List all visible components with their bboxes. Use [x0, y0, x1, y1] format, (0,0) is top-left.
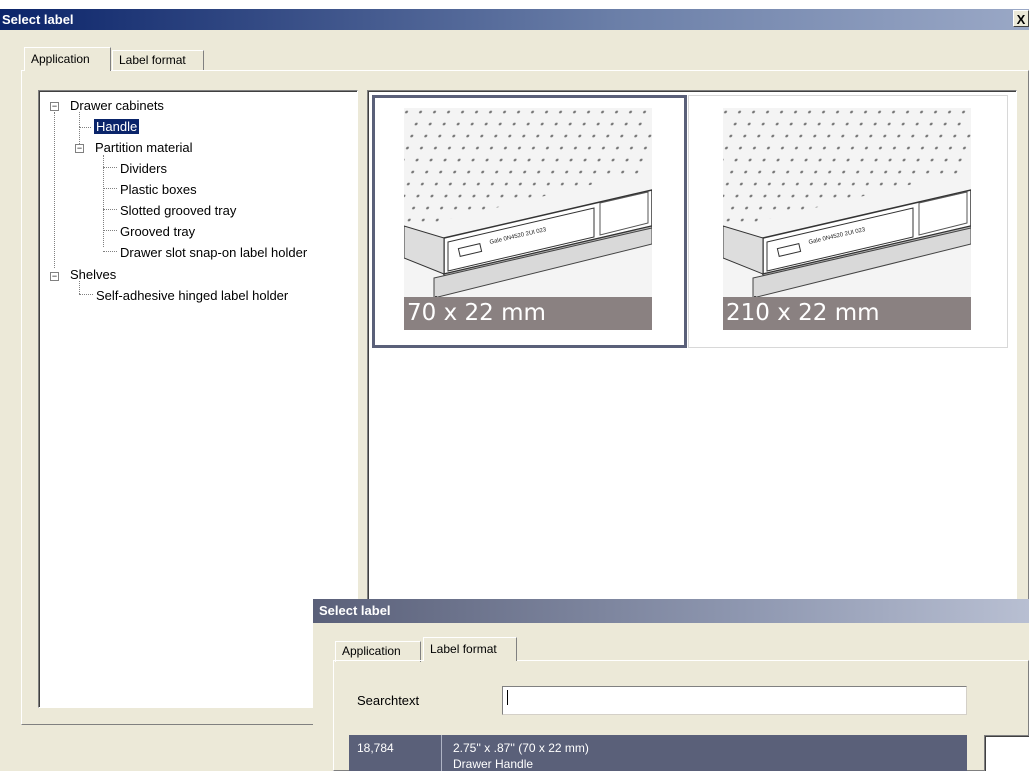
- tab-application[interactable]: Application: [24, 47, 111, 71]
- tree-item-handle-label: Handle: [94, 119, 140, 134]
- category-tree[interactable]: − Drawer cabinets Handle − Partition mat…: [38, 90, 358, 708]
- tree-connector: [54, 112, 55, 268]
- window-titlebar[interactable]: Select label X: [0, 9, 1029, 30]
- dialog2-tab-application-label: Application: [342, 644, 401, 658]
- result-size: 2.75'' x .87'' (70 x 22 mm): [453, 741, 589, 755]
- result-number: 18,784: [357, 741, 394, 755]
- tree-connector: [103, 167, 117, 168]
- dialog2-tab-application[interactable]: Application: [335, 641, 421, 662]
- tree-connector: [103, 155, 104, 247]
- tree-connector: [79, 112, 80, 127]
- tree-item-grooved-tray[interactable]: Grooved tray: [120, 223, 195, 240]
- collapse-icon[interactable]: −: [50, 102, 59, 111]
- tab-label-format[interactable]: Label format: [112, 50, 204, 71]
- tree-connector: [79, 294, 93, 295]
- collapse-icon[interactable]: −: [75, 144, 84, 153]
- tree-item-handle[interactable]: Handle: [94, 118, 140, 135]
- tree-item-self-adhesive-hinged-label-holder[interactable]: Self-adhesive hinged label holder: [96, 287, 288, 304]
- thumbnail-caption: 210 x 22 mm: [723, 297, 971, 330]
- tab-application-label: Application: [31, 52, 90, 66]
- tree-connector: [103, 251, 117, 252]
- dialog2-tab-label-format[interactable]: Label format: [423, 637, 517, 661]
- tree-connector: [103, 188, 117, 189]
- tree-item-plastic-boxes[interactable]: Plastic boxes: [120, 181, 197, 198]
- close-icon[interactable]: X: [1013, 10, 1029, 27]
- window-title: Select label: [2, 12, 74, 27]
- text-caret: [507, 690, 508, 705]
- select-label-dialog-format: Select label Application Label format Se…: [313, 599, 1029, 771]
- tab-label-format-label: Label format: [119, 53, 186, 67]
- tree-connector: [79, 127, 91, 128]
- tree-item-partition-material[interactable]: Partition material: [95, 139, 193, 156]
- search-input[interactable]: [502, 686, 967, 715]
- tree-item-drawer-slot-snap-on-label-holder[interactable]: Drawer slot snap-on label holder: [120, 244, 307, 261]
- tree-item-shelves[interactable]: Shelves: [70, 266, 116, 283]
- dialog2-tab-label-format-label: Label format: [430, 642, 497, 656]
- result-row[interactable]: 18,784 2.75'' x .87'' (70 x 22 mm) Drawe…: [349, 735, 967, 771]
- tree-item-drawer-cabinets[interactable]: Drawer cabinets: [70, 97, 164, 114]
- label-thumbnail-210x22[interactable]: Gale 0N4520 2UI 023 210 x 22 mm: [688, 95, 1008, 348]
- thumbnail-caption: 70 x 22 mm: [404, 297, 652, 330]
- dialog2-title: Select label: [319, 603, 391, 618]
- tree-item-slotted-grooved-tray[interactable]: Slotted grooved tray: [120, 202, 236, 219]
- label-thumbnail-70x22[interactable]: Gale 0N4520 2UI 023 70 x 22 mm: [372, 95, 687, 348]
- collapse-icon[interactable]: −: [50, 272, 59, 281]
- searchtext-label: Searchtext: [357, 693, 420, 708]
- drawer-illustration: Gale 0N4520 2UI 023 210 x 22 mm: [723, 108, 971, 330]
- result-preview-box: [984, 735, 1029, 771]
- drawer-illustration: Gale 0N4520 2UI 023 70 x 22 mm: [404, 108, 652, 330]
- tree-item-dividers[interactable]: Dividers: [120, 160, 167, 177]
- result-description: Drawer Handle: [453, 757, 534, 771]
- column-divider: [441, 735, 442, 771]
- tree-connector: [103, 209, 117, 210]
- dialog2-titlebar[interactable]: Select label: [313, 599, 1029, 623]
- tree-connector: [103, 230, 117, 231]
